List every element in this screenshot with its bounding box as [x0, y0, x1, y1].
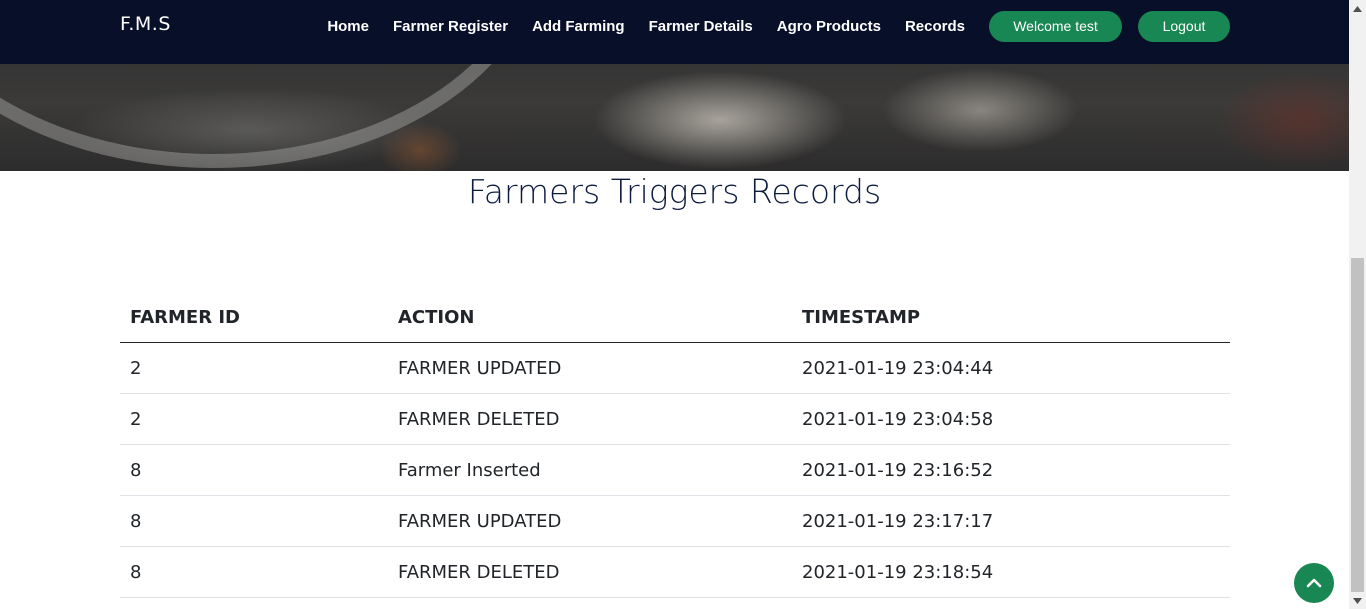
page-viewport: F.M.S Home Farmer Register Add Farming F… [0, 0, 1349, 609]
nav-link-farmer-details[interactable]: Farmer Details [649, 11, 753, 42]
cell-timestamp: 2021-01-19 23:16:52 [792, 444, 1230, 496]
table-header-row: FARMER ID ACTION TIMESTAMP [120, 292, 1230, 343]
table-body: 2 FARMER UPDATED 2021-01-19 23:04:44 2 F… [120, 342, 1230, 598]
table-row: 8 FARMER DELETED 2021-01-19 23:18:54 [120, 546, 1230, 598]
cell-action: FARMER DELETED [388, 393, 792, 445]
triangle-down-icon [1353, 597, 1362, 604]
cell-timestamp: 2021-01-19 23:17:17 [792, 495, 1230, 547]
cell-action: FARMER UPDATED [388, 342, 792, 394]
welcome-user-button[interactable]: Welcome test [989, 11, 1122, 42]
scrollbar-thumb[interactable] [1351, 258, 1364, 592]
nav-link-home[interactable]: Home [327, 11, 369, 42]
cell-timestamp: 2021-01-19 23:04:44 [792, 342, 1230, 394]
top-navbar: F.M.S Home Farmer Register Add Farming F… [0, 0, 1349, 64]
cell-timestamp: 2021-01-19 23:04:58 [792, 393, 1230, 445]
column-header-farmer-id: FARMER ID [120, 292, 388, 343]
column-header-timestamp: TIMESTAMP [792, 292, 1230, 343]
cell-farmer-id: 2 [120, 342, 388, 394]
triangle-up-icon [1353, 5, 1362, 12]
table-row: 2 FARMER DELETED 2021-01-19 23:04:58 [120, 393, 1230, 445]
scroll-up-arrow[interactable] [1349, 0, 1366, 17]
cell-action: FARMER DELETED [388, 546, 792, 598]
cell-farmer-id: 2 [120, 393, 388, 445]
cell-farmer-id: 8 [120, 546, 388, 598]
table-row: 2 FARMER UPDATED 2021-01-19 23:04:44 [120, 342, 1230, 394]
nav-link-add-farming[interactable]: Add Farming [532, 11, 625, 42]
logout-button[interactable]: Logout [1138, 11, 1230, 42]
page-title: Farmers Triggers Records [467, 172, 882, 211]
cell-farmer-id: 8 [120, 495, 388, 547]
records-table: FARMER ID ACTION TIMESTAMP 2 FARMER UPDA… [120, 292, 1230, 598]
chevron-up-icon [1306, 578, 1322, 588]
table-row: 8 Farmer Inserted 2021-01-19 23:16:52 [120, 444, 1230, 496]
table-row: 8 FARMER UPDATED 2021-01-19 23:17:17 [120, 495, 1230, 547]
brand-logo[interactable]: F.M.S [120, 13, 171, 35]
back-to-top-button[interactable] [1294, 563, 1334, 603]
cell-timestamp: 2021-01-19 23:18:54 [792, 546, 1230, 598]
table-header: FARMER ID ACTION TIMESTAMP [120, 292, 1230, 343]
nav-link-agro-products[interactable]: Agro Products [777, 11, 881, 42]
nav-link-farmer-register[interactable]: Farmer Register [393, 11, 508, 42]
column-header-action: ACTION [388, 292, 792, 343]
scroll-down-arrow[interactable] [1349, 592, 1366, 609]
vertical-scrollbar[interactable] [1349, 0, 1366, 609]
cell-farmer-id: 8 [120, 444, 388, 496]
cell-action: Farmer Inserted [388, 444, 792, 496]
nav-links: Home Farmer Register Add Farming Farmer … [303, 11, 1230, 42]
cell-action: FARMER UPDATED [388, 495, 792, 547]
nav-link-records[interactable]: Records [905, 11, 965, 42]
